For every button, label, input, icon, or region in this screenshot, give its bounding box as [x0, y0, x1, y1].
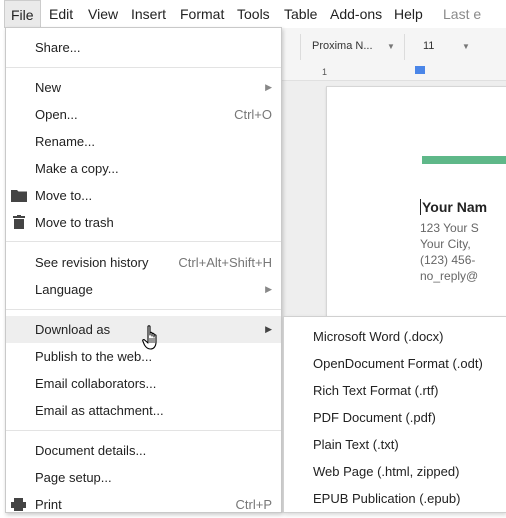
menu-item-move-to-trash[interactable]: Move to trash: [6, 209, 281, 236]
download-rtf[interactable]: Rich Text Format (.rtf): [313, 383, 438, 398]
menu-item-make-copy[interactable]: Make a copy...: [6, 155, 281, 182]
download-txt[interactable]: Plain Text (.txt): [313, 437, 399, 452]
submenu-arrow-icon: ▶: [265, 82, 272, 92]
menu-file[interactable]: File: [4, 0, 41, 28]
menu-item-new[interactable]: New ▶: [6, 74, 281, 101]
menu-item-label: Rename...: [35, 134, 95, 149]
menu-item-move-to[interactable]: Move to...: [6, 182, 281, 209]
submenu-arrow-icon: ▶: [265, 284, 272, 294]
indent-marker[interactable]: [415, 66, 425, 74]
menu-view[interactable]: View: [82, 0, 124, 28]
menu-item-label: Open...: [35, 107, 78, 122]
menu-item-label: Print: [35, 497, 62, 512]
document-line: (123) 456-: [420, 253, 476, 267]
chevron-down-icon: ▼: [462, 42, 470, 51]
download-epub[interactable]: EPUB Publication (.epub): [313, 491, 460, 506]
menu-item-label: Share...: [35, 40, 81, 55]
menu-item-document-details[interactable]: Document details...: [6, 437, 281, 464]
file-menu: Share... New ▶ Open... Ctrl+O Rename... …: [5, 27, 282, 513]
hand-cursor-icon: [142, 325, 157, 350]
toolbar-divider: [300, 34, 301, 60]
document-line: Your City,: [420, 237, 471, 251]
menu-item-label: Document details...: [35, 443, 147, 458]
document-heading: Your Nam: [420, 199, 488, 215]
ruler: 1: [282, 66, 506, 81]
font-size-select[interactable]: 11: [423, 40, 434, 52]
menu-format[interactable]: Format: [174, 0, 230, 28]
menu-item-label: Move to trash: [35, 215, 114, 230]
shortcut-label: Ctrl+Alt+Shift+H: [178, 255, 272, 270]
menu-item-label: Language: [35, 282, 93, 297]
menu-item-share[interactable]: Share...: [6, 34, 281, 61]
menu-item-page-setup[interactable]: Page setup...: [6, 464, 281, 491]
folder-icon: [11, 190, 27, 202]
menu-tools[interactable]: Tools: [231, 0, 276, 28]
menu-item-label: Publish to the web...: [35, 349, 153, 364]
menu-separator: [6, 430, 281, 431]
download-odt[interactable]: OpenDocument Format (.odt): [313, 356, 483, 371]
menu-addons[interactable]: Add-ons: [324, 0, 388, 28]
menu-table[interactable]: Table: [278, 0, 323, 28]
ruler-mark: 1: [322, 67, 328, 77]
menu-item-email-collaborators[interactable]: Email collaborators...: [6, 370, 281, 397]
menu-separator: [6, 309, 281, 310]
menu-help[interactable]: Help: [388, 0, 429, 28]
document-line: 123 Your S: [420, 221, 479, 235]
document-accent-bar: [422, 156, 506, 164]
menu-item-open[interactable]: Open... Ctrl+O: [6, 101, 281, 128]
menu-separator: [6, 67, 281, 68]
document-line: no_reply@: [420, 269, 479, 283]
download-pdf[interactable]: PDF Document (.pdf): [313, 410, 436, 425]
menu-item-label: Email as attachment...: [35, 403, 164, 418]
menu-item-print[interactable]: Print Ctrl+P: [6, 491, 281, 518]
menu-item-label: New: [35, 80, 62, 95]
menu-edit[interactable]: Edit: [43, 0, 79, 28]
menu-item-label: Email collaborators...: [35, 376, 157, 391]
menu-item-email-attachment[interactable]: Email as attachment...: [6, 397, 281, 424]
last-edit-link[interactable]: Last e: [437, 0, 487, 28]
menu-item-label: Page setup...: [35, 470, 112, 485]
menu-item-label: See revision history: [35, 255, 149, 270]
menu-item-revision-history[interactable]: See revision history Ctrl+Alt+Shift+H: [6, 249, 281, 276]
menu-separator: [6, 241, 281, 242]
menu-item-label: Make a copy...: [35, 161, 119, 176]
menubar: File Edit View Insert Format Tools Table…: [0, 0, 506, 28]
toolbar-divider: [404, 34, 405, 60]
download-docx[interactable]: Microsoft Word (.docx): [313, 329, 444, 344]
menu-item-language[interactable]: Language ▶: [6, 276, 281, 303]
download-as-submenu: Microsoft Word (.docx) OpenDocument Form…: [283, 316, 506, 513]
submenu-arrow-icon: ▶: [265, 324, 272, 334]
menu-item-label: Move to...: [35, 188, 93, 203]
font-family-select[interactable]: Proxima N...: [312, 40, 373, 52]
shortcut-label: Ctrl+P: [235, 497, 272, 512]
formatting-toolbar: Proxima N... ▼ 11 ▼: [282, 28, 506, 67]
chevron-down-icon: ▼: [387, 42, 395, 51]
menu-item-label: Download as: [35, 322, 111, 337]
menu-item-rename[interactable]: Rename...: [6, 128, 281, 155]
download-html[interactable]: Web Page (.html, zipped): [313, 464, 459, 479]
trash-icon: [13, 215, 25, 229]
shortcut-label: Ctrl+O: [234, 107, 272, 122]
menu-insert[interactable]: Insert: [125, 0, 172, 28]
print-icon: [11, 498, 26, 511]
